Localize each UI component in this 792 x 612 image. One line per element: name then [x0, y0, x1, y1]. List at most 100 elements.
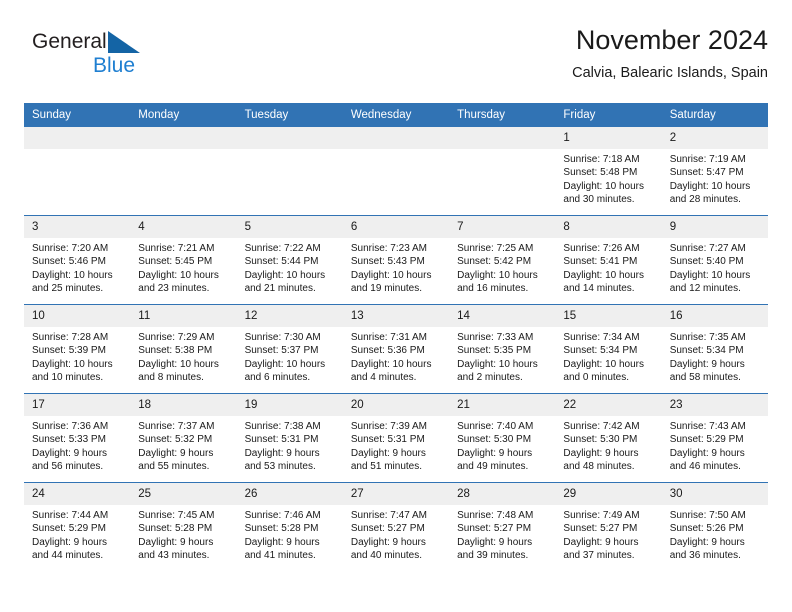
calendar-day-cell[interactable]: 26 Sunrise: 7:46 AM Sunset: 5:28 PM Dayligh… [236, 482, 343, 571]
sunrise-time: Sunrise: 7:23 AM [350, 243, 427, 254]
calendar-header-row: Sunday Monday Tuesday Wednesday Thursday… [24, 103, 768, 127]
calendar-day-cell[interactable]: 1 Sunrise: 7:18 AM Sunset: 5:48 PM Daylight… [555, 127, 662, 216]
calendar-day-cell[interactable]: 20 Sunrise: 7:39 AM Sunset: 5:31 PM Dayligh… [342, 393, 450, 483]
calendar-day-cell[interactable]: 2 Sunrise: 7:19 AM Sunset: 5:47 PM Daylight… [661, 127, 768, 216]
day-details: Sunrise: 7:48 AM Sunset: 5:27 PM Daylight:… [449, 505, 555, 563]
weekday-header-saturday: Saturday [661, 103, 768, 127]
calendar-day-cell[interactable]: 6 Sunrise: 7:23 AM Sunset: 5:43 PM Daylight… [342, 215, 450, 305]
sunset-time: Sunset: 5:27 PM [350, 523, 425, 535]
day-details: Sunrise: 7:19 AM Sunset: 5:47 PM Daylight:… [662, 149, 768, 207]
calendar-day-cell[interactable]: 25 Sunrise: 7:45 AM Sunset: 5:28 PM Dayligh… [130, 482, 237, 571]
sunrise-time: Sunrise: 7:36 AM [32, 421, 109, 432]
sunrise-time: Sunrise: 7:20 AM [32, 243, 109, 254]
calendar-day-cell[interactable]: 29 Sunrise: 7:49 AM Sunset: 5:27 PM Dayligh… [555, 482, 662, 571]
calendar-day-cell[interactable]: 13 Sunrise: 7:31 AM Sunset: 5:36 PM Dayligh… [342, 304, 450, 394]
sunset-time: Sunset: 5:31 PM [350, 434, 425, 446]
sunrise-time: Sunrise: 7:21 AM [138, 243, 215, 254]
calendar-day-cell[interactable]: 28 Sunrise: 7:48 AM Sunset: 5:27 PM Dayligh… [449, 482, 556, 571]
sunset-time: Sunset: 5:27 PM [563, 523, 638, 535]
page-header: General Blue November 2024 Calvia, Balea… [24, 24, 768, 96]
calendar-day-cell[interactable]: 23 Sunrise: 7:43 AM Sunset: 5:29 PM Dayligh… [661, 393, 768, 483]
sunrise-time: Sunrise: 7:43 AM [669, 421, 746, 432]
daylight-duration-line2: and 46 minutes. [669, 461, 741, 473]
calendar-body: 1 Sunrise: 7:18 AM Sunset: 5:48 PM Daylight… [24, 127, 768, 571]
day-number: 16 [661, 305, 768, 327]
calendar-day-cell[interactable]: 17 Sunrise: 7:36 AM Sunset: 5:33 PM Dayligh… [24, 393, 131, 483]
calendar-day-cell[interactable]: 24 Sunrise: 7:44 AM Sunset: 5:29 PM Dayligh… [24, 482, 131, 571]
day-number: 30 [661, 483, 768, 505]
calendar-day-cell[interactable]: 5 Sunrise: 7:22 AM Sunset: 5:44 PM Daylight… [236, 215, 343, 305]
calendar-day-cell[interactable]: 7 Sunrise: 7:25 AM Sunset: 5:42 PM Daylight… [449, 215, 556, 305]
page-title: November 2024 [575, 25, 768, 55]
calendar-day-cell[interactable]: 22 Sunrise: 7:42 AM Sunset: 5:30 PM Dayligh… [555, 393, 662, 483]
day-details: Sunrise: 7:34 AM Sunset: 5:34 PM Daylight:… [555, 327, 661, 385]
day-details: Sunrise: 7:47 AM Sunset: 5:27 PM Daylight:… [343, 505, 449, 563]
day-number: 1 [555, 127, 662, 149]
calendar-day-cell[interactable]: 16 Sunrise: 7:35 AM Sunset: 5:34 PM Dayligh… [661, 304, 768, 394]
day-number [24, 127, 131, 149]
daylight-duration-line2: and 25 minutes. [32, 283, 104, 295]
calendar-empty-cell [130, 127, 237, 216]
day-number: 2 [661, 127, 768, 149]
daylight-duration-line1: Daylight: 10 hours [669, 269, 751, 281]
general-blue-logo[interactable]: General Blue [32, 30, 162, 86]
daylight-duration-line1: Daylight: 9 hours [244, 447, 320, 459]
calendar-day-cell[interactable]: 12 Sunrise: 7:30 AM Sunset: 5:37 PM Dayligh… [236, 304, 343, 394]
day-number [130, 127, 237, 149]
day-details: Sunrise: 7:27 AM Sunset: 5:40 PM Daylight:… [662, 238, 768, 296]
calendar-day-cell[interactable]: 19 Sunrise: 7:38 AM Sunset: 5:31 PM Dayligh… [236, 393, 343, 483]
calendar-day-cell[interactable]: 3 Sunrise: 7:20 AM Sunset: 5:46 PM Daylight… [24, 215, 131, 305]
daylight-duration-line2: and 36 minutes. [669, 550, 741, 562]
title-block: November 2024 Calvia, Balearic Islands, … [572, 24, 768, 82]
sunset-time: Sunset: 5:46 PM [32, 256, 106, 268]
sunset-time: Sunset: 5:29 PM [669, 434, 744, 446]
day-number: 25 [130, 483, 237, 505]
calendar-day-cell[interactable]: 14 Sunrise: 7:33 AM Sunset: 5:35 PM Dayligh… [449, 304, 556, 394]
sunrise-time: Sunrise: 7:30 AM [244, 332, 321, 343]
daylight-duration-line1: Daylight: 9 hours [138, 536, 214, 548]
calendar-day-cell[interactable]: 11 Sunrise: 7:29 AM Sunset: 5:38 PM Dayligh… [130, 304, 237, 394]
sunrise-time: Sunrise: 7:44 AM [32, 510, 109, 521]
day-details: Sunrise: 7:21 AM Sunset: 5:45 PM Daylight:… [130, 238, 236, 296]
daylight-duration-line1: Daylight: 10 hours [350, 358, 432, 370]
sunrise-time: Sunrise: 7:35 AM [669, 332, 746, 343]
daylight-duration-line1: Daylight: 9 hours [669, 536, 745, 548]
day-number: 10 [24, 305, 131, 327]
day-number: 9 [661, 216, 768, 238]
calendar-day-cell[interactable]: 30 Sunrise: 7:50 AM Sunset: 5:26 PM Dayligh… [661, 482, 768, 571]
daylight-duration-line2: and 30 minutes. [563, 194, 635, 206]
day-number: 24 [24, 483, 131, 505]
day-number: 15 [555, 305, 662, 327]
calendar-day-cell[interactable]: 10 Sunrise: 7:28 AM Sunset: 5:39 PM Dayligh… [24, 304, 131, 394]
daylight-duration-line2: and 28 minutes. [669, 194, 741, 206]
sunset-time: Sunset: 5:42 PM [457, 256, 532, 268]
sunset-time: Sunset: 5:29 PM [32, 523, 106, 535]
calendar-day-cell[interactable]: 8 Sunrise: 7:26 AM Sunset: 5:41 PM Daylight… [555, 215, 662, 305]
daylight-duration-line2: and 37 minutes. [563, 550, 635, 562]
day-number: 21 [449, 394, 556, 416]
calendar-day-cell[interactable]: 27 Sunrise: 7:47 AM Sunset: 5:27 PM Dayligh… [342, 482, 450, 571]
sunrise-time: Sunrise: 7:31 AM [350, 332, 427, 343]
calendar-day-cell[interactable]: 9 Sunrise: 7:27 AM Sunset: 5:40 PM Daylight… [661, 215, 768, 305]
day-details: Sunrise: 7:20 AM Sunset: 5:46 PM Daylight:… [24, 238, 130, 296]
day-number: 8 [555, 216, 662, 238]
calendar-day-cell[interactable]: 15 Sunrise: 7:34 AM Sunset: 5:34 PM Dayligh… [555, 304, 662, 394]
day-details: Sunrise: 7:28 AM Sunset: 5:39 PM Daylight:… [24, 327, 130, 385]
daylight-duration-line1: Daylight: 9 hours [350, 447, 426, 459]
day-details: Sunrise: 7:35 AM Sunset: 5:34 PM Daylight:… [662, 327, 768, 385]
day-details: Sunrise: 7:49 AM Sunset: 5:27 PM Daylight:… [555, 505, 661, 563]
daylight-duration-line1: Daylight: 10 hours [350, 269, 432, 281]
daylight-duration-line1: Daylight: 10 hours [32, 269, 113, 281]
day-number: 13 [342, 305, 450, 327]
calendar-day-cell[interactable]: 18 Sunrise: 7:37 AM Sunset: 5:32 PM Dayligh… [130, 393, 237, 483]
daylight-duration-line1: Daylight: 9 hours [457, 536, 533, 548]
calendar-day-cell[interactable]: 21 Sunrise: 7:40 AM Sunset: 5:30 PM Dayligh… [449, 393, 556, 483]
sunrise-time: Sunrise: 7:42 AM [563, 421, 640, 432]
calendar-day-cell[interactable]: 4 Sunrise: 7:21 AM Sunset: 5:45 PM Daylight… [130, 215, 237, 305]
sunset-time: Sunset: 5:30 PM [563, 434, 638, 446]
calendar-week-row: 17 Sunrise: 7:36 AM Sunset: 5:33 PM Dayligh… [24, 393, 768, 483]
daylight-duration-line1: Daylight: 10 hours [138, 269, 219, 281]
sunset-time: Sunset: 5:37 PM [244, 345, 319, 357]
day-details: Sunrise: 7:50 AM Sunset: 5:26 PM Daylight:… [662, 505, 768, 563]
sunrise-time: Sunrise: 7:25 AM [457, 243, 534, 254]
